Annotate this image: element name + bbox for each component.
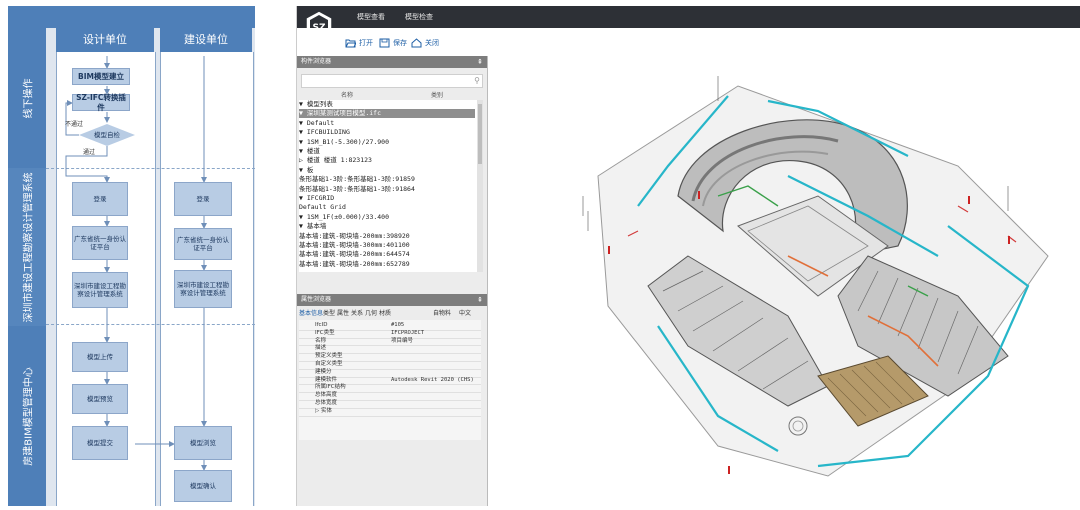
tree-row[interactable]: 基本墙:建筑-砌块墙-200mm:652789 [299,260,475,269]
close-button[interactable]: 关闭 [411,38,439,48]
property-key: 建模分 [315,368,332,375]
node-model-confirm: 模型确认 [174,470,232,502]
tree-col-type: 类别 [431,92,444,99]
node-login-design: 登录 [72,182,128,216]
model-tree: ▼ 模型列表 ▼ 深圳某测试项目模型.ifc ▼ Default ▼ IFCBU… [299,100,477,272]
property-key: ▷ 实体 [315,407,332,414]
tree-row[interactable]: 条形基础1-3阶:条形基础1-3阶:91859 [299,175,475,184]
open-button[interactable]: 打开 [345,38,373,48]
tree-row[interactable]: 条形基础1-3阶:条形基础1-3阶:91864 [299,185,475,194]
model-viewport[interactable] [488,56,1080,506]
property-grid: IfcID #105 IFC类型 IFCPROJECT 名称 项目编号 描述 预定义类型 自定义… [299,320,481,440]
tree-col-name: 名称 [341,92,354,99]
tree-panel-header: 构件浏览器 ⇞ [297,56,487,68]
prop-panel-header: 属性浏览器 ⇞ [297,294,487,306]
home-close-icon [411,38,422,48]
tree-row[interactable]: 基本墙:建筑-砌块墙-300mm:401100 [299,241,475,250]
tree-row[interactable]: ▼ 模型列表 [299,100,475,109]
label-not-pass: 不通过 [65,121,84,128]
node-bim-build: BIM模型建立 [72,68,130,85]
tree-row[interactable]: ▼ 楼道 [299,147,475,156]
node-gd-auth-client: 广东省统一身份认证平台 [174,228,232,260]
tab-relations[interactable]: 关系 [351,308,363,317]
tree-row[interactable]: ▼ 板 [299,166,475,175]
property-value: #105 [391,322,405,328]
property-key: 自定义类型 [315,361,343,367]
tree-row[interactable]: ▼ IFCGRID [299,194,475,203]
tab-type[interactable]: 类型 [323,308,335,317]
property-key: 总体宽度 [315,400,338,406]
property-value: Autodesk Revit 2020 (CHS) [391,376,474,383]
tree-row[interactable]: ▷ 楼道 楼道 1:823123 [299,156,475,165]
tree-row[interactable]: ▼ Default [299,119,475,128]
tree-row[interactable]: ▼ 深圳某测试项目模型.ifc [299,109,475,119]
menu-model-check[interactable]: 模型检查 [405,12,433,22]
tree-panel-title: 构件浏览器 [301,58,332,65]
bim-viewer-window: SZ 模型查看 模型检查 打开 保存 关闭 构件浏览器 ⇞ 属性浏览器 ⇞ ⚲ … [296,6,1080,506]
property-key: IfcID [315,322,328,328]
tree-row[interactable]: Default Grid [299,203,475,212]
tab-material[interactable]: 材质 [379,308,391,317]
pin-icon[interactable]: ⇞ [477,294,483,306]
property-value: 项目编号 [391,337,414,344]
search-icon: ⚲ [474,76,480,85]
node-gd-auth-design: 广东省统一身份认证平台 [72,226,128,260]
property-key: 总体高度 [315,392,338,399]
node-model-upload: 模型上传 [72,342,128,372]
node-ifc-plugin: SZ-IFC转换插件 [72,93,130,112]
bim-model-render [582,76,1049,477]
tab-attributes[interactable]: 属性 [337,308,349,317]
tree-row[interactable]: ▼ 1SM_1F(±0.000)/33.400 [299,213,475,222]
node-sz-system-design: 深圳市建设工程勘察设计管理系统 [72,272,128,308]
tree-row[interactable]: 基本墙:建筑-砌块墙-200mm:398920 [299,232,475,241]
property-row[interactable]: ▷ 实体 [299,408,481,417]
node-model-check: 模型预览 [72,384,128,414]
node-login-client: 登录 [174,182,232,216]
node-sz-system-client: 深圳市建设工程勘察设计管理系统 [174,270,232,308]
tab-chinese[interactable]: 中文 [459,308,471,317]
tab-own-material[interactable]: 自物料 [433,308,451,317]
node-model-submit: 模型提交 [72,426,128,460]
swimlane-flowchart: 设计单位 建设单位 线下操作 深圳市建设工程勘察设计管理系统 房建BIM模型管理… [8,6,255,506]
property-key: 预定义类型 [315,353,343,360]
tab-basic-info[interactable]: 基本信息 [299,308,323,317]
tree-row[interactable]: ▼ IFCBUILDING [299,128,475,137]
tree-row[interactable]: ▼ 1SM_B1(-5.300)/27.900 [299,138,475,147]
folder-open-icon [345,39,356,48]
tree-row[interactable]: ▼ 基本墙 [299,222,475,231]
tab-geometry[interactable]: 几何 [365,308,377,317]
node-self-check: 模型自检 [79,124,135,146]
menu-model-view[interactable]: 模型查看 [357,12,385,22]
tree-search-input[interactable]: ⚲ [301,74,483,88]
save-button[interactable]: 保存 [379,38,407,48]
prop-panel-title: 属性浏览器 [301,296,332,303]
tree-row[interactable]: 基本墙:建筑-砌块墙-200mm:644574 [299,250,475,259]
node-model-review: 模型浏览 [174,426,232,460]
save-disk-icon [379,38,390,48]
tree-scrollbar[interactable] [477,100,483,272]
label-pass: 通过 [83,149,96,156]
pin-icon[interactable]: ⇞ [477,56,483,68]
property-key: IFC类型 [315,329,335,336]
property-value: IFCPROJECT [391,329,425,336]
